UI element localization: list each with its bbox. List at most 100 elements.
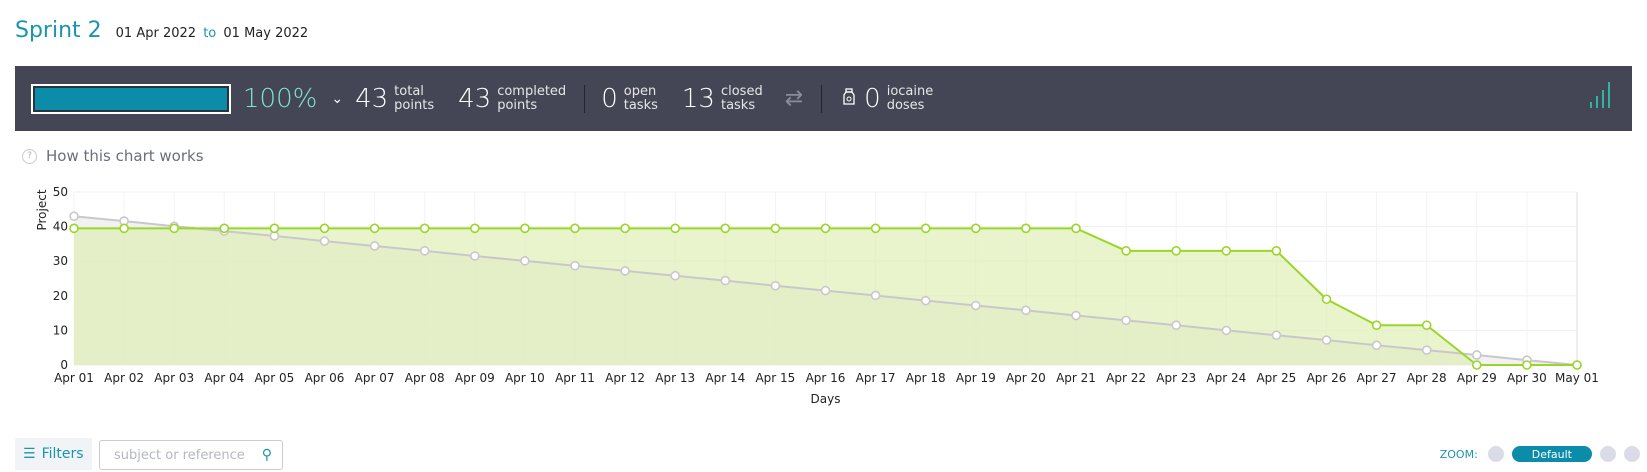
iocaine-value: 0 (864, 83, 881, 114)
total-points-label: total points (394, 84, 434, 113)
x-tick-label: Apr 29 (1457, 371, 1497, 385)
open-label-line2: tasks (623, 97, 658, 113)
data-point-1 (1421, 320, 1432, 331)
x-tick-label: Apr 15 (755, 371, 795, 385)
x-tick-label: Apr 25 (1256, 371, 1296, 385)
data-point-1 (1522, 360, 1532, 370)
progress-fill (35, 87, 227, 110)
data-point-1 (1221, 246, 1232, 256)
x-tick-label: Apr 23 (1156, 371, 1196, 385)
x-tick-label: Apr 20 (1006, 371, 1046, 385)
closed-label-line2: tasks (720, 97, 756, 113)
data-point-1 (69, 223, 79, 234)
x-tick-label: Apr 24 (1206, 371, 1246, 385)
filters-label: Filters (41, 446, 84, 462)
data-point-1 (269, 223, 280, 234)
y-axis-label: Project (35, 189, 49, 230)
how-chart-works-link[interactable]: ? How this chart works (22, 147, 204, 165)
iocaine-label: iocaine doses (886, 83, 934, 113)
data-point-0 (670, 270, 681, 281)
completed-label-line1: completed (497, 83, 567, 99)
data-point-1 (1071, 223, 1081, 234)
data-point-0 (1421, 345, 1432, 355)
x-tick-label: Apr 13 (655, 371, 695, 385)
data-point-0 (1321, 335, 1332, 345)
data-point-0 (1371, 340, 1382, 351)
zoom-default-button[interactable]: Default (1511, 446, 1592, 462)
swap-arrows-icon[interactable]: ⇄ (785, 86, 803, 111)
x-tick-label: Apr 08 (405, 371, 445, 385)
x-tick-label: Apr 27 (1357, 371, 1397, 385)
zoom-control: ZOOM: Default (1440, 446, 1640, 462)
date-separator: to (203, 26, 217, 41)
zoom-level-1[interactable] (1487, 446, 1504, 462)
data-point-1 (1271, 246, 1282, 256)
data-point-0 (920, 295, 931, 306)
data-point-0 (520, 256, 530, 266)
data-point-0 (1221, 325, 1232, 336)
data-point-0 (870, 290, 881, 301)
iocaine-stat: 0 iocaine doses (864, 84, 933, 114)
x-tick-label: Apr 22 (1106, 371, 1146, 385)
data-point-1 (520, 223, 530, 234)
closed-label-line1: closed (720, 83, 763, 99)
data-point-1 (620, 223, 630, 234)
sprint-dates: 01 Apr 2022 to 01 May 2022 (116, 26, 309, 41)
x-tick-label: Apr 26 (1307, 371, 1347, 385)
x-tick-label: Apr 30 (1507, 371, 1547, 385)
signal-bars-icon[interactable] (1590, 82, 1610, 108)
x-tick-label: Apr 18 (906, 371, 946, 385)
closed-tasks-value: 13 (681, 83, 715, 114)
x-tick-label: Apr 06 (305, 371, 345, 385)
data-point-1 (1472, 360, 1482, 370)
series-area-1 (74, 228, 1577, 365)
x-tick-label: Apr 01 (54, 371, 94, 385)
data-point-0 (269, 231, 280, 241)
search-icon[interactable]: ⚲ (262, 447, 272, 463)
data-point-1 (820, 223, 831, 234)
completed-label-line2: points (497, 97, 538, 113)
data-point-0 (970, 300, 981, 311)
divider (821, 84, 823, 113)
closed-tasks-label: closed tasks (720, 83, 763, 113)
potion-icon (842, 87, 856, 110)
start-date: 01 Apr 2022 (115, 26, 197, 41)
completed-points-stat: 43 completed points (458, 84, 566, 114)
y-tick-label: 0 (60, 358, 68, 372)
zoom-level-4[interactable] (1624, 446, 1640, 462)
data-point-1 (319, 223, 330, 234)
question-icon: ? (22, 148, 37, 164)
iocaine-label-line1: iocaine (886, 83, 934, 99)
data-point-1 (1121, 246, 1131, 256)
zoom-level-3[interactable] (1600, 446, 1616, 462)
data-point-1 (720, 223, 731, 234)
data-point-0 (319, 236, 330, 246)
data-point-1 (169, 223, 179, 234)
data-point-1 (670, 223, 681, 234)
data-point-1 (870, 223, 881, 234)
end-date: 01 May 2022 (223, 26, 309, 41)
x-tick-label: Apr 19 (956, 371, 996, 385)
total-points-value: 43 (355, 83, 389, 114)
y-tick-label: 50 (53, 185, 68, 199)
progress-percent: 100% (243, 83, 318, 114)
x-tick-label: Apr 04 (204, 371, 244, 385)
sprint-header: Sprint 2 01 Apr 2022 to 01 May 2022 (15, 18, 308, 43)
chevron-down-icon[interactable]: ⌄ (331, 91, 343, 107)
y-tick-label: 20 (53, 289, 68, 303)
sprint-title: Sprint 2 (15, 18, 102, 43)
x-tick-label: Apr 10 (505, 371, 545, 385)
filters-button[interactable]: ☰ Filters (15, 438, 92, 470)
data-point-0 (469, 251, 480, 261)
completed-points-value: 43 (458, 83, 492, 114)
data-point-1 (770, 223, 781, 234)
data-point-0 (369, 241, 380, 251)
data-point-0 (820, 285, 831, 296)
data-point-0 (1271, 330, 1282, 341)
search-box: ⚲ (99, 440, 283, 470)
x-tick-label: Apr 16 (806, 371, 846, 385)
x-tick-label: Apr 02 (104, 371, 144, 385)
x-tick-label: Apr 09 (455, 371, 495, 385)
total-points-stat: 43 total points (355, 84, 434, 114)
search-input[interactable] (114, 447, 254, 463)
